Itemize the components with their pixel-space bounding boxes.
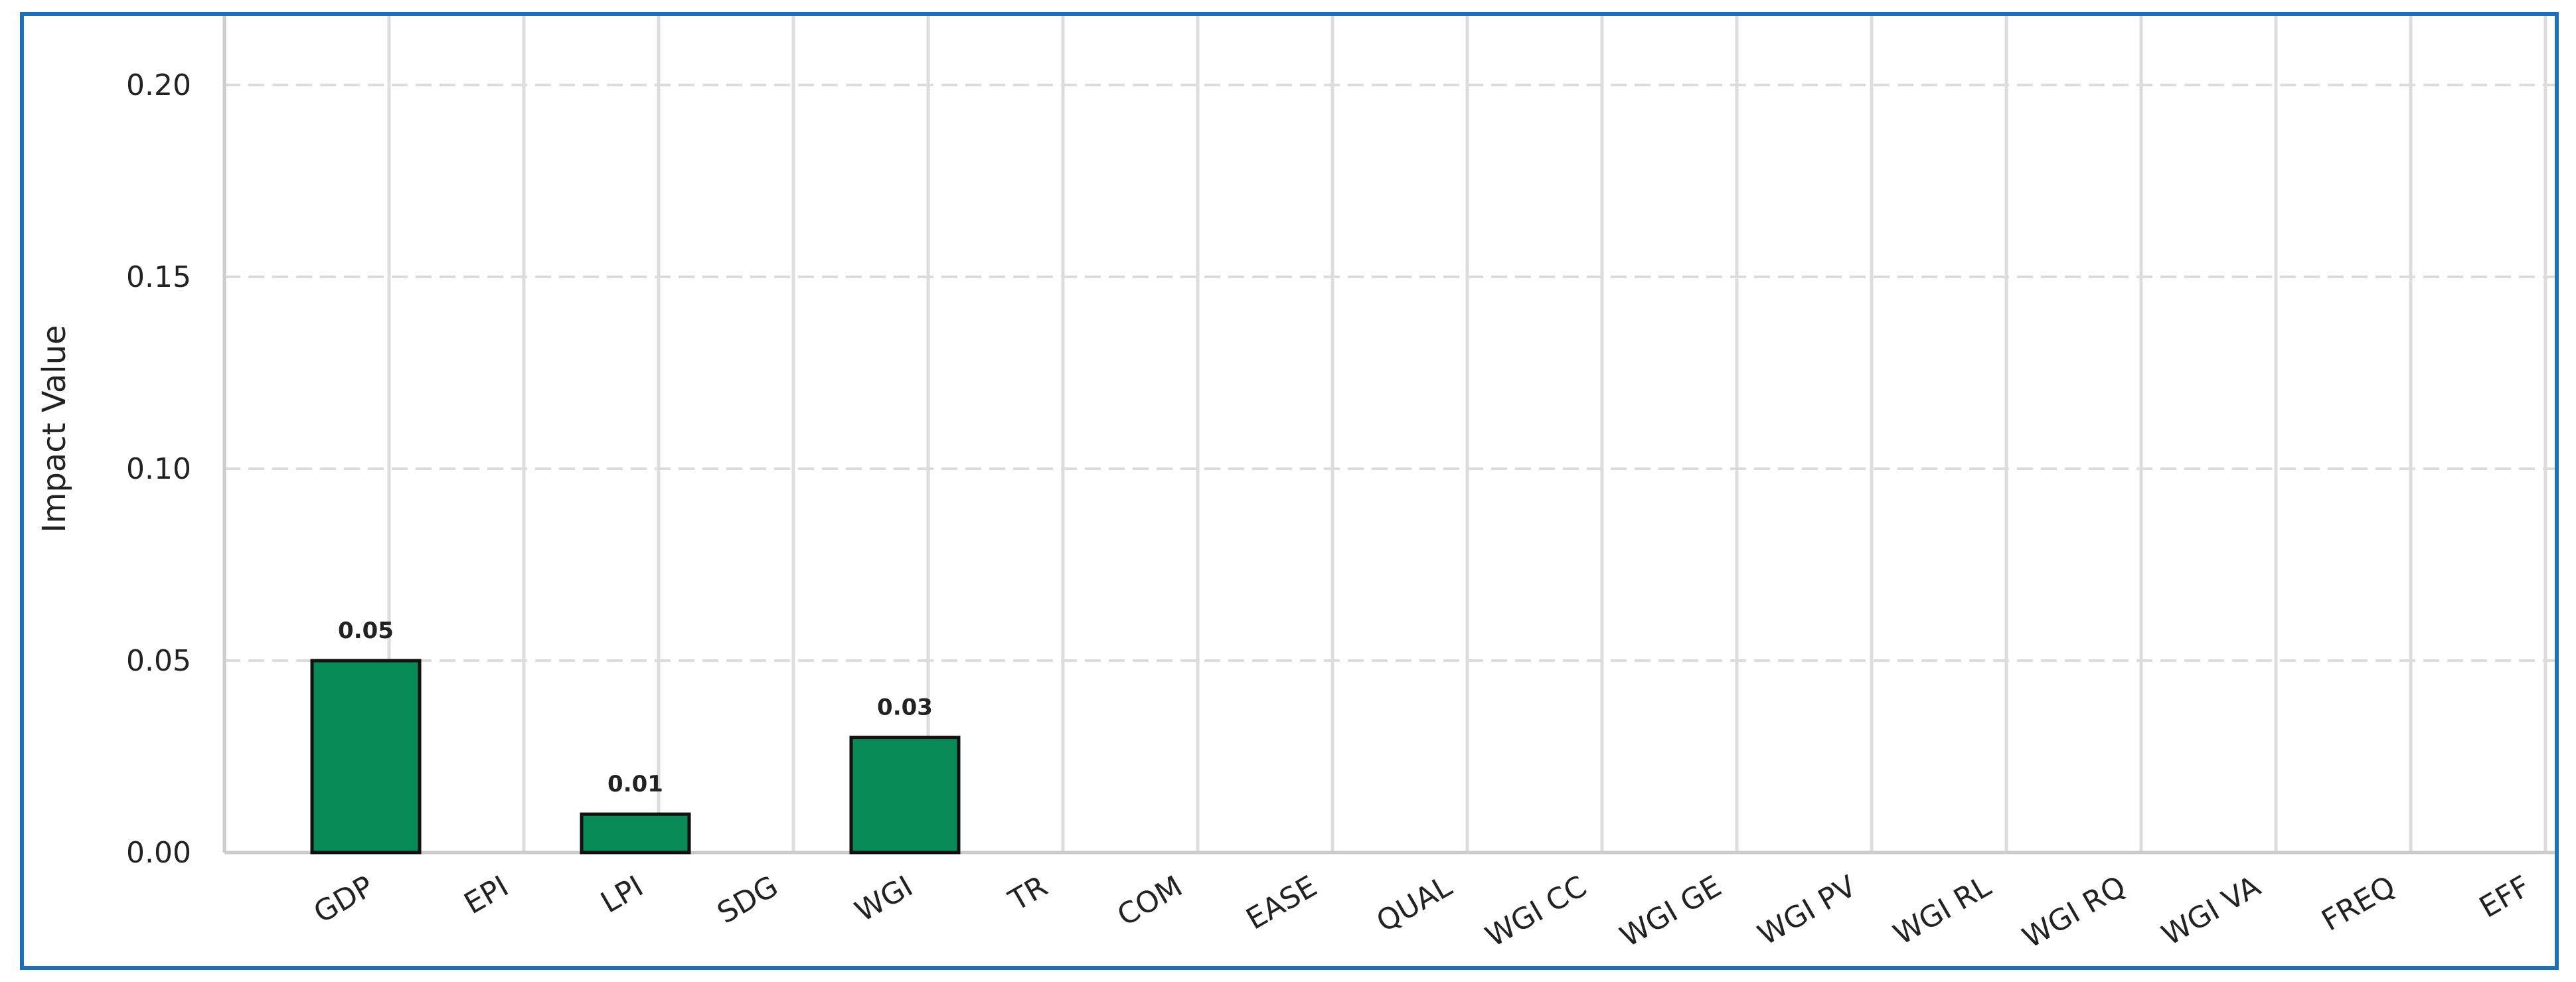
y-axis-label: Impact Value xyxy=(36,325,73,532)
bar-chart: 0.00 0.05 0.10 0.15 0.20 0.05 GDP EPI 0.01 LPI SDG… xyxy=(36,16,2555,955)
x-tick-label: EFF xyxy=(2474,869,2536,924)
bar xyxy=(849,736,961,855)
data-label: 0.05 xyxy=(338,617,394,644)
x-tick-label: WGI RL xyxy=(1888,869,1997,951)
x-tick-label: WGI VA xyxy=(2156,869,2267,952)
y-tick-label: 0.20 xyxy=(126,68,191,102)
y-tick-label: 0.00 xyxy=(126,836,191,870)
bar xyxy=(580,812,691,855)
chart-frame: 0.00 0.05 0.10 0.15 0.20 0.05 GDP EPI 0.01 LPI SDG… xyxy=(20,12,2559,970)
x-tick-label: WGI PV xyxy=(1752,869,1862,952)
x-tick-label: WGI xyxy=(850,869,919,928)
y-tick-label: 0.05 xyxy=(126,644,191,678)
x-tick-label: LPI xyxy=(596,869,649,920)
axes-layer xyxy=(222,16,2555,855)
x-tick-label: WGI GE xyxy=(1615,869,1728,953)
y-tick-label: 0.10 xyxy=(126,452,191,486)
x-tick-label: TR xyxy=(1003,869,1053,918)
x-tick-label: WGI RQ xyxy=(2017,869,2132,955)
x-tick-label: WGI CC xyxy=(1480,869,1592,953)
x-tick-label: EPI xyxy=(459,869,515,921)
data-label: 0.01 xyxy=(607,771,663,797)
x-tick-label: COM xyxy=(1112,869,1188,933)
bar xyxy=(310,659,422,855)
x-tick-label: QUAL xyxy=(1371,869,1458,939)
grid-layer xyxy=(224,16,2555,853)
x-tick-label: EASE xyxy=(1241,869,1323,936)
x-tick-label: GDP xyxy=(308,869,379,930)
data-label: 0.03 xyxy=(877,695,933,721)
x-tick-label: SDG xyxy=(712,869,784,930)
x-tick-label: FREQ xyxy=(2316,869,2401,938)
y-tick-label: 0.15 xyxy=(126,260,191,294)
bars-layer xyxy=(310,659,961,855)
